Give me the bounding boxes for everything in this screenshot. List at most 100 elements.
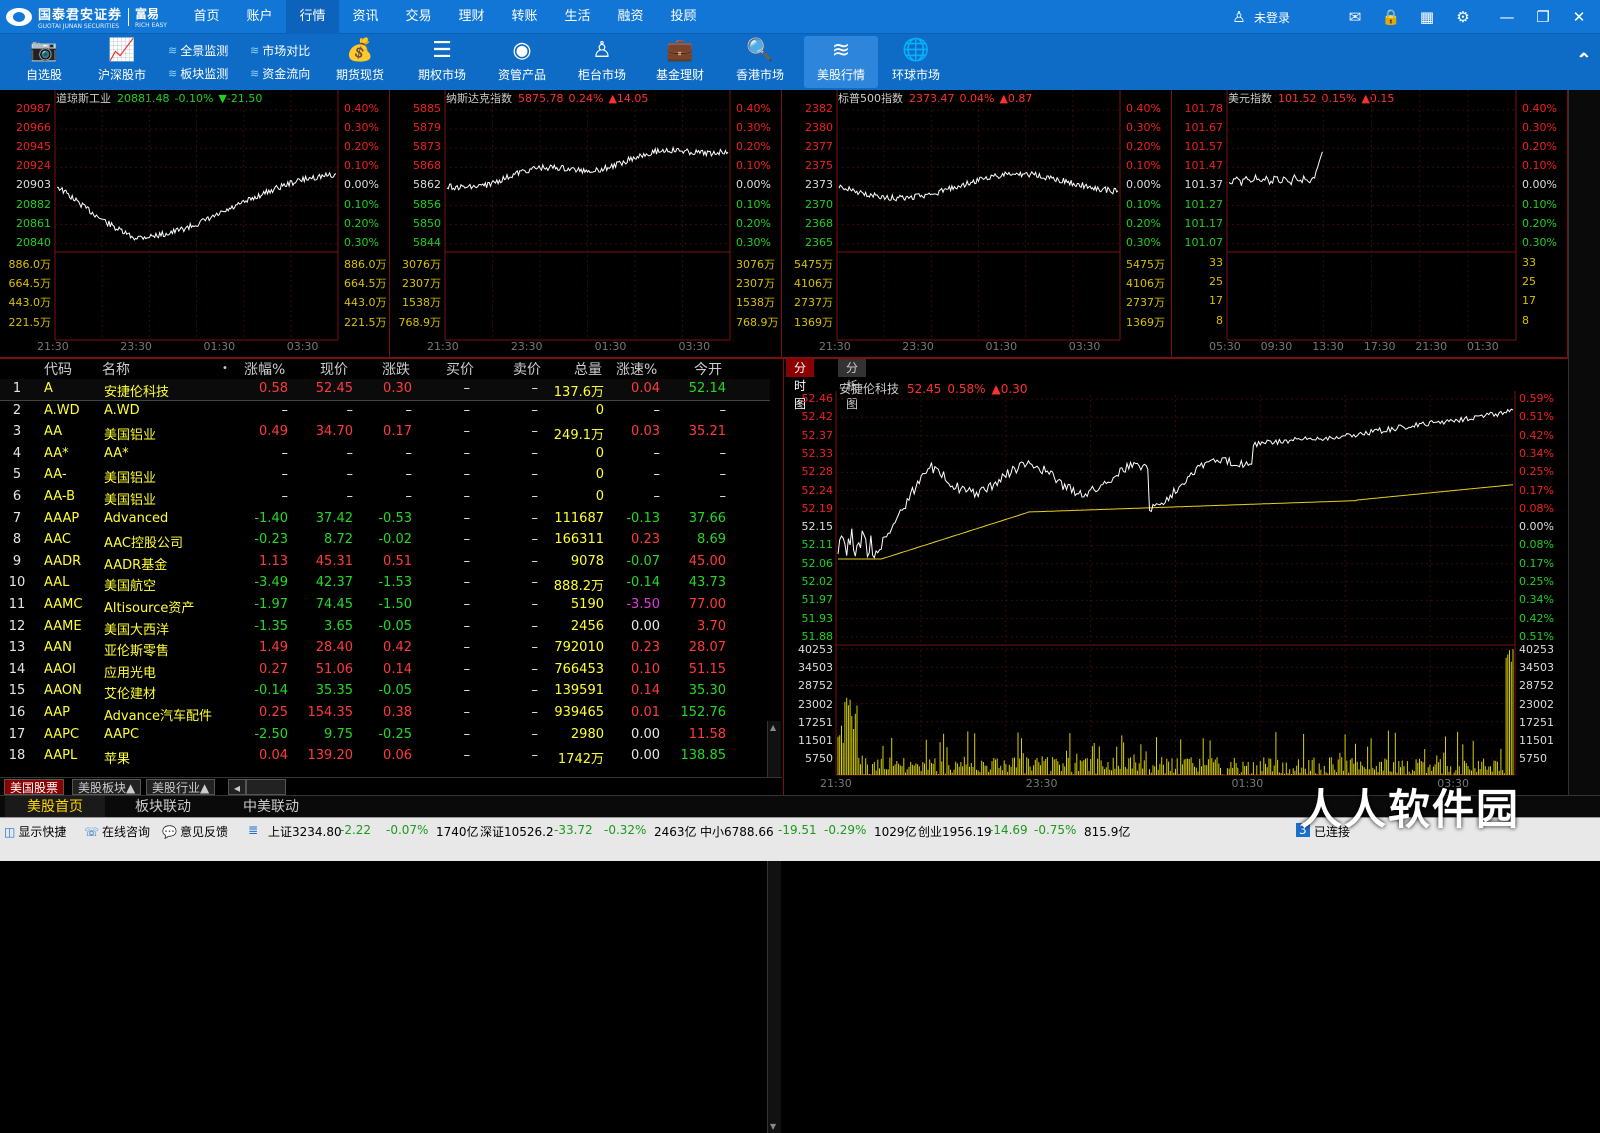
restore-icon[interactable]: ❐: [1532, 7, 1554, 27]
status-item-2[interactable]: 💬 意见反馈: [162, 823, 228, 840]
column-header-4[interactable]: 现价: [320, 359, 348, 379]
column-header-5[interactable]: 涨跌: [382, 359, 410, 379]
column-header-8[interactable]: 总量: [574, 359, 602, 379]
column-header-3[interactable]: 涨幅%: [244, 359, 285, 379]
tab-scroll-area[interactable]: [246, 779, 286, 795]
nav-item-8[interactable]: 融资: [604, 0, 657, 34]
table-cell: AAN: [44, 640, 72, 656]
table-cell: AAAP: [44, 510, 80, 526]
table-row[interactable]: 14 AAOI 应用光电 0.27 51.06 0.14– –766453 0.10 51.15: [0, 660, 770, 682]
toolbar-item-4[interactable]: ◉ 资管产品: [492, 36, 552, 88]
mode-tab-1[interactable]: 板块联动: [113, 796, 213, 818]
scroll-up-icon[interactable]: ▲: [770, 723, 776, 732]
column-header-0[interactable]: 代码: [44, 359, 72, 379]
table-cell: 111687: [554, 510, 604, 526]
table-cell: -0.14: [254, 683, 288, 699]
nav-item-9[interactable]: 投顾: [657, 0, 710, 34]
nav-item-4[interactable]: 交易: [392, 0, 445, 34]
mode-tab-2[interactable]: 中美联动: [221, 796, 321, 818]
table-row[interactable]: 16 AAP Advance汽车配件 0.25 154.35 0.38– –939465 0.…: [0, 703, 770, 725]
grid-icon[interactable]: ▦: [1416, 7, 1438, 27]
nav-item-3[interactable]: 资讯: [339, 0, 392, 34]
toolbar-item-8[interactable]: ≋ 美股行情: [804, 36, 878, 88]
ticker-zx_vol: 1029亿: [874, 825, 917, 839]
index-panel-2[interactable]: 标普500指数 2373.47 0.04% ▲0.87 2382 2380 2377 2375…: [782, 90, 1172, 358]
market-tab-1[interactable]: 美股板块▲: [72, 779, 142, 795]
nav-item-2[interactable]: 行情: [286, 0, 339, 34]
market-tab-2[interactable]: 美股行业▲: [146, 779, 216, 795]
nav-item-6[interactable]: 转账: [498, 0, 551, 34]
table-row[interactable]: 6 AA-B 美国铝业 – – – – – 0 – –: [0, 487, 770, 509]
column-header-6[interactable]: 买价: [446, 359, 474, 379]
column-header-2[interactable]: •: [222, 363, 228, 374]
column-header-9[interactable]: 涨速%: [616, 359, 657, 379]
toolbar-item-2[interactable]: 💰 期货现货: [330, 36, 390, 88]
table-row[interactable]: 12 AAME 美国大西洋 -1.35 3.65 -0.05 – – 2456 0.00 3.70: [0, 617, 770, 639]
toolbar-item-0[interactable]: 📷 自选股: [14, 36, 74, 88]
table-cell: 35.21: [688, 424, 726, 440]
table-cell: 792010: [554, 640, 604, 656]
nav-item-0[interactable]: 首页: [180, 0, 233, 34]
status-item-1[interactable]: ☏ 在线咨询: [84, 823, 150, 840]
table-row[interactable]: 3 AA 美国铝业 0.49 34.70 0.17– –249.1万 0.03 35.21: [0, 422, 770, 444]
user-icon[interactable]: ♙: [1228, 7, 1250, 27]
right-scrollbar[interactable]: ⌃: [1568, 50, 1600, 795]
table-cell: –: [463, 748, 471, 764]
table-row[interactable]: 7 AAAP Advanced -1.40 37.42 -0.53– –111687 -0.1…: [0, 509, 770, 531]
column-header-7[interactable]: 卖价: [513, 359, 541, 379]
mode-tab-0[interactable]: 美股首页: [5, 796, 105, 818]
toolbar-item-7[interactable]: 🔍 香港市场: [730, 36, 790, 88]
table-row[interactable]: 13 AAN 亚伦斯零售 1.49 28.40 0.42– –792010 0.23 28.07: [0, 638, 770, 660]
table-cell: –: [531, 467, 539, 483]
table-cell: –: [463, 424, 471, 440]
product-name-en: RICH EASY: [135, 22, 167, 29]
status-item-0[interactable]: ◫ 显示快捷: [4, 823, 66, 840]
nav-item-7[interactable]: 生活: [551, 0, 604, 34]
toolbar-item-1[interactable]: 📈 沪深股市: [92, 36, 152, 88]
table-row[interactable]: 17 AAPC AAPC -2.50 9.75 -0.25 – – 2980 0.00 11.58: [0, 725, 770, 747]
ticker-cy_vol: 815.9亿: [1084, 825, 1131, 839]
gear-icon[interactable]: ⚙: [1452, 7, 1474, 27]
table-row[interactable]: 1 A 安捷伦科技 0.58 52.45 0.30– –137.6万 0.04 52.14: [0, 379, 770, 401]
table-row[interactable]: 15 AAON 艾伦建材 -0.14 35.35 -0.05– –139591 0.14 35.…: [0, 681, 770, 703]
table-row[interactable]: 11 AAMC Altisource资产 -1.97 74.45 -1.50 – – 5190 -…: [0, 595, 770, 617]
table-row[interactable]: 18 AAPL 苹果 0.04 139.20 0.06 – – 1742万 0.00 138.85: [0, 746, 770, 768]
mail-icon[interactable]: ✉: [1344, 7, 1366, 27]
status-label-1: 在线咨询: [102, 825, 151, 839]
column-header-1[interactable]: 名称: [102, 359, 130, 379]
table-row[interactable]: 10 AAL 美国航空 -3.49 42.37 -1.53– –888.2万 -0.14 43.…: [0, 573, 770, 595]
index-panel-3[interactable]: 美元指数 101.52 0.15% ▲0.15 101.78 101.67 101.57 10…: [1172, 90, 1568, 358]
close-icon[interactable]: ✕: [1568, 7, 1590, 27]
toolbar-item-9[interactable]: 🌐 环球市场: [886, 36, 946, 88]
table-row[interactable]: 8 AAC AAC控股公司 -0.23 8.72 -0.02– –166311 0.23 8.6…: [0, 530, 770, 552]
table-cell: 17: [8, 726, 26, 742]
tab-scroll-left-icon[interactable]: ◂: [228, 779, 247, 795]
login-status[interactable]: 未登录: [1254, 9, 1290, 26]
table-cell: Advanced: [104, 510, 169, 526]
toolbar-item-3[interactable]: ☰ 期权市场: [412, 36, 472, 88]
minimize-icon[interactable]: —: [1496, 7, 1518, 27]
toolbar-sub-2[interactable]: ≋ 板块监测: [168, 65, 228, 82]
table-row[interactable]: 4 AA* AA* – – – – – 0 – –: [0, 444, 770, 466]
index-panel-0[interactable]: 道琼斯工业 20881.48 -0.10% ▼-21.50 20987 20966 2094…: [0, 90, 390, 358]
table-cell: –: [346, 402, 354, 418]
market-tab-0[interactable]: 美国股票: [4, 779, 65, 795]
index-panel-1[interactable]: 纳斯达克指数 5875.78 0.24% ▲14.05 5885 5879 5873 5868…: [390, 90, 782, 358]
toolbar-item-5[interactable]: ♙ 柜台市场: [572, 36, 632, 88]
table-cell: 0.23: [631, 640, 660, 656]
toolbar-sub-1[interactable]: ≋ 市场对比: [250, 42, 310, 59]
scroll-down-icon[interactable]: ▼: [770, 1122, 776, 1131]
lock-icon[interactable]: 🔒: [1380, 7, 1402, 27]
toolbar-sub-0[interactable]: ≋ 全景监测: [168, 42, 228, 59]
table-row[interactable]: 5 AA- 美国铝业 – – – – – 0 – –: [0, 465, 770, 487]
toolbar-item-6[interactable]: 💼 基金理财: [650, 36, 710, 88]
nav-item-5[interactable]: 理财: [445, 0, 498, 34]
table-row[interactable]: 2 A.WD A.WD – – – – – 0 – –: [0, 401, 770, 423]
table-row[interactable]: 9 AADR AADR基金 1.13 45.31 0.51 – – 9078 -0.07 45.00: [0, 552, 770, 574]
nav-item-1[interactable]: 账户: [233, 0, 286, 34]
collapse-icon[interactable]: ⌃: [1577, 50, 1594, 71]
toolbar-icon-9: 🌐: [902, 38, 930, 63]
table-cell: –: [463, 640, 471, 656]
toolbar-sub-3[interactable]: ≋ 资金流向: [250, 65, 310, 82]
column-header-10[interactable]: 今开: [694, 359, 722, 379]
